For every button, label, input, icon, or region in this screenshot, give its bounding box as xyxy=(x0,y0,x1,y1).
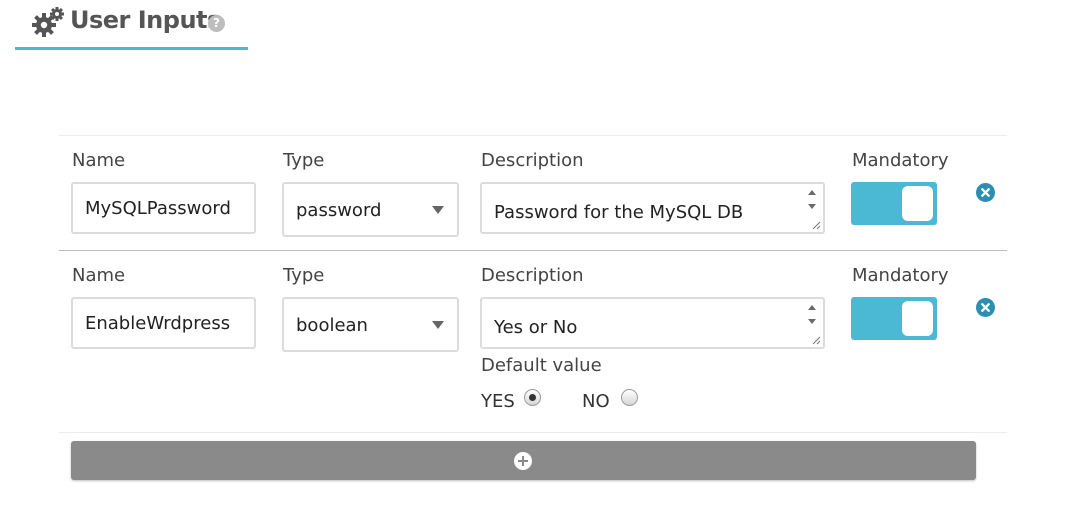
name-input-value: EnableWrdpress xyxy=(85,313,231,334)
default-no-label: NO xyxy=(582,391,610,412)
description-textarea-value: Yes or No xyxy=(494,317,578,338)
remove-row-icon[interactable] xyxy=(976,183,995,202)
resize-handle-icon[interactable] xyxy=(811,220,821,230)
default-yes-label: YES xyxy=(481,391,515,412)
type-label: Type xyxy=(283,150,325,171)
add-input-button[interactable] xyxy=(71,441,976,480)
type-select[interactable]: password xyxy=(282,182,459,237)
type-select-value: boolean xyxy=(296,315,368,336)
description-textarea[interactable]: Password for the MySQL DB xyxy=(480,182,825,234)
name-input[interactable]: MySQLPassword xyxy=(71,182,256,234)
scroll-down-icon[interactable] xyxy=(805,316,819,328)
name-label: Name xyxy=(72,150,126,171)
mandatory-label: Mandatory xyxy=(852,265,949,286)
description-label: Description xyxy=(481,265,584,286)
default-no-radio[interactable] xyxy=(621,389,638,406)
description-textarea-value: Password for the MySQL DB xyxy=(494,202,744,223)
chevron-down-icon xyxy=(432,206,444,214)
description-textarea[interactable]: Yes or No xyxy=(480,297,825,349)
type-label: Type xyxy=(283,265,325,286)
chevron-down-icon xyxy=(432,321,444,329)
description-label: Description xyxy=(481,150,584,171)
gears-icon xyxy=(32,7,64,37)
resize-handle-icon[interactable] xyxy=(811,335,821,345)
section-header: User Inputs ? xyxy=(15,0,248,50)
question-circle-icon[interactable]: ? xyxy=(208,15,225,32)
name-label: Name xyxy=(72,265,126,286)
user-input-row: Name MySQLPassword Type password Descrip… xyxy=(0,135,1082,255)
mandatory-toggle[interactable] xyxy=(851,297,937,340)
mandatory-label: Mandatory xyxy=(852,150,949,171)
scroll-up-icon[interactable] xyxy=(805,187,819,199)
scroll-up-icon[interactable] xyxy=(805,302,819,314)
default-yes-radio[interactable] xyxy=(524,389,541,406)
page-title: User Inputs xyxy=(70,6,221,34)
type-select[interactable]: boolean xyxy=(282,297,459,352)
plus-circle-icon xyxy=(514,452,532,470)
default-value-label: Default value xyxy=(481,355,602,376)
user-input-row: Name EnableWrdpress Type boolean Descrip… xyxy=(0,250,1082,430)
toggle-knob xyxy=(902,186,933,221)
mandatory-toggle[interactable] xyxy=(851,182,937,225)
name-input[interactable]: EnableWrdpress xyxy=(71,297,256,349)
divider xyxy=(59,432,1007,433)
scroll-down-icon[interactable] xyxy=(805,201,819,213)
name-input-value: MySQLPassword xyxy=(85,198,231,219)
remove-row-icon[interactable] xyxy=(976,298,995,317)
toggle-knob xyxy=(902,301,933,336)
type-select-value: password xyxy=(296,200,382,221)
